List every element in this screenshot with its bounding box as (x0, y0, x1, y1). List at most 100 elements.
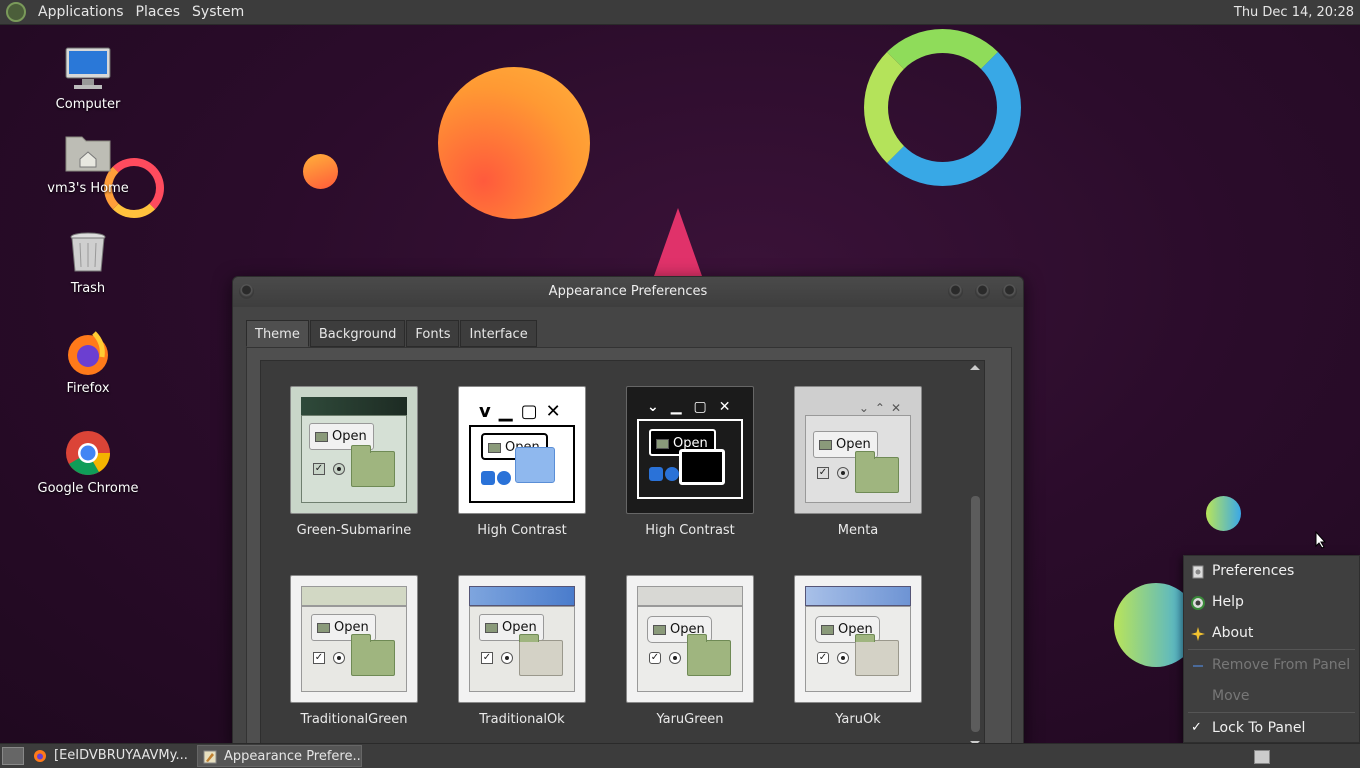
theme-thumbnail: Open ✓ (458, 575, 586, 703)
desktop-icon-chrome[interactable]: Google Chrome (33, 429, 143, 496)
window-titlebar[interactable]: Appearance Preferences (233, 277, 1023, 307)
desktop-icon-home[interactable]: vm3's Home (33, 129, 143, 196)
mini-checkbox: ✓ (313, 463, 325, 475)
theme-item[interactable]: Open ✓ TraditionalGreen (270, 575, 438, 727)
panel-context-menu: Preferences Help About Remove From Panel… (1183, 555, 1360, 743)
theme-name: Menta (837, 523, 879, 538)
menu-item-move: Move (1212, 688, 1250, 704)
theme-thumbnail: ⌄⌃✕ Open ✓ (794, 386, 922, 514)
tab-bar: Theme Background Fonts Interface (246, 320, 538, 347)
mouse-cursor-icon (1315, 531, 1327, 549)
theme-name: High Contrast (477, 523, 567, 538)
mini-radio (669, 652, 681, 664)
mini-checkbox: ✓ (313, 652, 325, 664)
help-icon (1191, 596, 1205, 610)
top-panel: Applications Places System Thu Dec 14, 2… (0, 0, 1360, 25)
preferences-icon (1192, 565, 1204, 579)
taskbar-item-firefox[interactable]: [EeIDVBRUYAAVMy... (28, 745, 193, 767)
theme-name: High Contrast (645, 523, 735, 538)
places-menu[interactable]: Places (130, 0, 187, 25)
mini-close-dots: ⌄⌃✕ (858, 401, 907, 415)
wallpaper-orange-circle (438, 67, 590, 219)
wallpaper-small-orange-dot (303, 154, 338, 189)
folder-icon (351, 634, 395, 676)
tab-interface[interactable]: Interface (460, 320, 537, 347)
folder-icon (855, 634, 899, 676)
open-folder-icon (485, 623, 498, 633)
mini-titlebar: v▁▢✕ (479, 401, 569, 422)
appearance-icon (203, 750, 217, 764)
theme-name: Green-Submarine (296, 523, 412, 538)
mini-radio (333, 463, 345, 475)
theme-item[interactable]: Open ✓ TraditionalOk (438, 575, 606, 727)
tab-theme[interactable]: Theme (246, 320, 309, 347)
theme-item[interactable]: ⌄⌃✕ Open ✓ Menta (774, 386, 942, 538)
theme-list-scrollbar[interactable] (968, 361, 982, 743)
mini-radio (665, 467, 679, 481)
theme-name: YaruOk (835, 712, 881, 727)
mate-logo-icon[interactable] (6, 2, 26, 22)
mini-radio (837, 467, 849, 479)
menu-item-about[interactable]: About (1184, 618, 1359, 649)
mini-checkbox: ✓ (649, 652, 661, 664)
mini-titlebar (301, 397, 407, 415)
desktop-icon-trash[interactable]: Trash (33, 229, 143, 296)
mini-checkbox: ✓ (817, 652, 829, 664)
wallpaper-green-blue-dot (1206, 496, 1241, 531)
theme-tab-panel: Open ✓ Green-Submarine v▁▢✕ Open High Co… (246, 347, 1012, 747)
scroll-thumb[interactable] (971, 496, 980, 732)
applications-menu[interactable]: Applications (32, 0, 130, 25)
theme-name: YaruGreen (656, 712, 724, 727)
menu-item-lock-to-panel[interactable]: ✓ Lock To Panel (1184, 713, 1359, 744)
system-menu[interactable]: System (186, 0, 250, 25)
theme-item[interactable]: ⌄▁▢✕ Open High Contrast (606, 386, 774, 538)
minimize-button[interactable] (948, 284, 963, 299)
maximize-button[interactable] (975, 284, 990, 299)
mini-radio (837, 652, 849, 664)
menu-item-remove-from-panel: Remove From Panel (1184, 650, 1359, 681)
close-button[interactable] (1002, 284, 1017, 299)
theme-thumbnail: Open ✓ (290, 386, 418, 514)
show-desktop-icon[interactable] (2, 747, 24, 765)
open-folder-icon (653, 625, 666, 635)
window-menu-button[interactable] (239, 284, 254, 299)
trash-icon (64, 229, 112, 277)
scroll-up-arrow[interactable] (970, 365, 980, 370)
desktop-icon-label: Trash (70, 281, 106, 296)
folder-icon (515, 447, 555, 483)
open-folder-icon (819, 440, 832, 450)
open-folder-icon (317, 623, 330, 633)
mini-radio (497, 471, 511, 485)
theme-item[interactable]: Open ✓ YaruGreen (606, 575, 774, 727)
theme-item[interactable]: Open ✓ Green-Submarine (270, 386, 438, 538)
wallpaper-pink-triangle (654, 208, 702, 276)
theme-thumbnail: ⌄▁▢✕ Open (626, 386, 754, 514)
desktop-icon-label: Computer (55, 97, 121, 112)
tab-background[interactable]: Background (309, 320, 406, 347)
theme-thumbnail: Open ✓ (794, 575, 922, 703)
clock[interactable]: Thu Dec 14, 20:28 (1234, 0, 1354, 25)
theme-item[interactable]: Open ✓ YaruOk (774, 575, 942, 727)
desktop-icon-firefox[interactable]: Firefox (33, 329, 143, 396)
folder-icon (687, 634, 731, 676)
firefox-icon (34, 750, 46, 762)
desktop-icon-computer[interactable]: Computer (33, 45, 143, 112)
check-icon: ✓ (1191, 720, 1202, 735)
workspace-switcher[interactable] (1254, 750, 1270, 764)
open-folder-icon (488, 443, 501, 453)
tab-fonts[interactable]: Fonts (406, 320, 460, 347)
mini-radio (501, 652, 513, 664)
mini-titlebar (637, 586, 743, 606)
menu-item-help[interactable]: Help (1184, 587, 1359, 618)
bottom-panel: [EeIDVBRUYAAVMy... Appearance Prefere... (0, 743, 1360, 768)
theme-item[interactable]: v▁▢✕ Open High Contrast (438, 386, 606, 538)
menu-item-preferences[interactable]: Preferences (1184, 556, 1359, 587)
about-icon (1191, 627, 1205, 641)
window-title: Appearance Preferences (548, 284, 708, 299)
mini-titlebar (469, 586, 575, 606)
computer-icon (64, 45, 112, 93)
folder-icon (519, 634, 563, 676)
mini-checkbox: ✓ (481, 652, 493, 664)
taskbar-item-appearance[interactable]: Appearance Prefere... (197, 745, 362, 767)
open-folder-icon (315, 432, 328, 442)
